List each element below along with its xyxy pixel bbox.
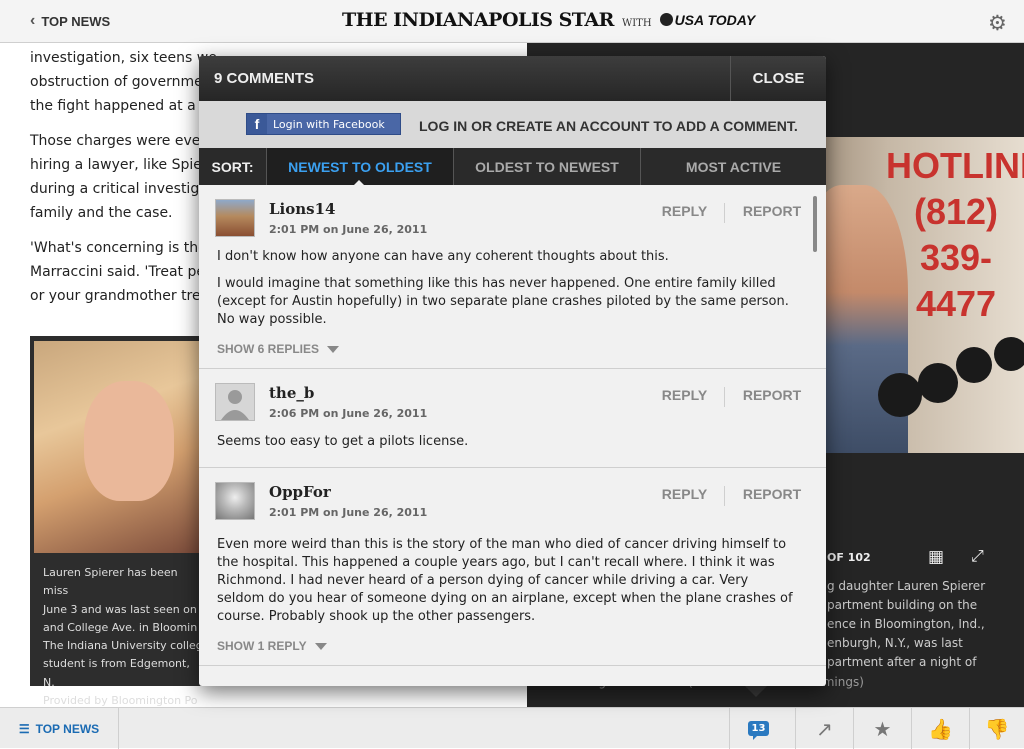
caption-line: g daughter Lauren Spierer	[827, 579, 986, 593]
sort-label: SORT:	[199, 148, 267, 185]
facebook-login-button[interactable]: f Login with Facebook	[246, 113, 401, 135]
caption-line: student is from Edgemont, N.	[43, 657, 190, 689]
masthead-logo: THE INDIANAPOLIS STAR WITH USA TODAY	[342, 9, 755, 31]
grid-icon[interactable]: ▦	[928, 547, 944, 567]
masthead-title: THE INDIANAPOLIS STAR	[342, 9, 614, 31]
comment-author[interactable]: the_b	[269, 384, 314, 402]
avatar	[215, 383, 255, 421]
sort-tab-most-active[interactable]: MOST ACTIVE	[641, 148, 826, 185]
show-replies-label: SHOW 6 REPLIES	[217, 342, 320, 356]
bottom-toolbar: ☰ TOP NEWS 13 ↗ ★ 👍 👎	[0, 707, 1024, 749]
show-replies-button[interactable]: SHOW 6 REPLIES	[217, 342, 340, 356]
comment-item: OppFor 2:01 PM on June 26, 2011 REPLY RE…	[199, 468, 826, 666]
avatar	[215, 482, 255, 520]
back-button[interactable]: ‹ TOP NEWS	[30, 12, 110, 30]
close-button[interactable]: CLOSE	[730, 56, 826, 101]
caption-line: partment building on the	[827, 598, 978, 612]
microphone	[918, 363, 958, 403]
expand-icon[interactable]: ⤢	[971, 546, 984, 566]
photo-caption: Lauren Spierer has been miss June 3 and …	[43, 564, 203, 707]
microphone	[956, 347, 992, 383]
report-button[interactable]: REPORT	[736, 203, 808, 219]
comments-button[interactable]: 13	[729, 708, 787, 749]
top-bar: ‹ TOP NEWS THE INDIANAPOLIS STAR WITH US…	[0, 0, 1024, 43]
report-button[interactable]: REPORT	[736, 486, 808, 502]
comment-timestamp: 2:01 PM on June 26, 2011	[269, 223, 428, 236]
comment-text: I don't know how anyone can have any coh…	[217, 249, 669, 264]
gallery-caption: g daughter Lauren Spierer partment build…	[827, 577, 1017, 672]
modal-header: 9 COMMENTS CLOSE	[199, 56, 826, 101]
comment-text: Even more weird than this is the story o…	[217, 537, 793, 624]
comment-count-badge: 13	[747, 721, 770, 740]
comment-text: I would imagine that something like this…	[217, 276, 789, 327]
comments-count: 9 COMMENTS	[214, 70, 315, 87]
comment-scrollbar[interactable]	[813, 196, 817, 252]
caption-line: and College Ave. in Bloomin	[43, 620, 198, 634]
reply-button[interactable]: REPLY	[645, 203, 725, 223]
gallery-count: OF 102	[827, 551, 871, 564]
comment-item: the_b 2:06 PM on June 26, 2011 REPLY REP…	[199, 369, 826, 468]
reply-button[interactable]: REPLY	[645, 387, 725, 407]
comment-timestamp: 2:01 PM on June 26, 2011	[269, 506, 428, 519]
comment-author[interactable]: Lions14	[269, 200, 335, 218]
article-photo[interactable]: Lauren Spierer has been miss June 3 and …	[30, 336, 208, 707]
comment-timestamp: 2:06 PM on June 26, 2011	[269, 407, 428, 420]
hotline-text: (812)	[913, 191, 999, 232]
login-row: f Login with Facebook LOG IN OR CREATE A…	[199, 101, 826, 148]
thumbs-up-icon[interactable]: 👍	[911, 708, 969, 749]
avatar	[215, 199, 255, 237]
comment-author[interactable]: OppFor	[269, 483, 331, 501]
chevron-down-icon	[327, 345, 340, 353]
thumbs-down-icon[interactable]: 👎	[969, 708, 1024, 749]
caption-line: partment after a night of	[827, 655, 977, 669]
modal-pointer	[745, 686, 767, 697]
caption-line: Provided by Bloomington Po	[43, 694, 198, 707]
partner-name: USA TODAY	[674, 11, 756, 28]
comment-text: Seems too easy to get a pilots license.	[217, 434, 469, 449]
top-news-button[interactable]: ☰ TOP NEWS	[0, 708, 119, 749]
top-news-label: TOP NEWS	[35, 721, 100, 736]
default-avatar-icon	[221, 390, 249, 420]
chevron-down-icon	[314, 642, 327, 650]
microphone	[878, 373, 922, 417]
back-label: TOP NEWS	[41, 13, 111, 29]
facebook-login-label: Login with Facebook	[273, 117, 385, 131]
share-icon[interactable]: ↗	[795, 708, 853, 749]
star-icon[interactable]: ★	[853, 708, 911, 749]
show-replies-label: SHOW 1 REPLY	[217, 639, 307, 653]
facebook-icon: f	[247, 114, 267, 134]
chevron-left-icon: ‹	[30, 12, 36, 29]
caption-line: ence in Bloomington, Ind.,	[827, 617, 985, 631]
sort-bar: SORT: NEWEST TO OLDEST OLDEST TO NEWEST …	[199, 148, 826, 185]
caption-line: Lauren Spierer has been miss	[43, 566, 178, 598]
login-prompt: LOG IN OR CREATE AN ACCOUNT TO ADD A COM…	[419, 118, 798, 134]
gear-icon[interactable]: ⚙	[988, 11, 1007, 35]
comments-modal: 9 COMMENTS CLOSE f Login with Facebook L…	[199, 56, 826, 686]
microphone	[994, 337, 1024, 371]
photo-image	[34, 341, 204, 553]
comment-list[interactable]: Lions14 2:01 PM on June 26, 2011 REPLY R…	[199, 185, 826, 686]
caption-line: enburgh, N.Y., was last	[827, 636, 963, 650]
caption-line: The Indiana University colleg	[43, 639, 203, 653]
hotline-text: HOTLINE	[886, 145, 1024, 186]
photo-face	[84, 381, 174, 501]
caption-line: June 3 and was last seen on	[43, 602, 197, 616]
list-icon: ☰	[18, 721, 30, 736]
gallery-photo[interactable]: HOTLINE (812) 339-4477	[798, 137, 1024, 453]
report-button[interactable]: REPORT	[736, 387, 808, 403]
usa-today-dot-icon	[659, 13, 673, 26]
comment-item: Lions14 2:01 PM on June 26, 2011 REPLY R…	[199, 185, 826, 369]
reply-button[interactable]: REPLY	[645, 486, 725, 506]
partner-logo: USA TODAY	[659, 11, 756, 28]
sort-tab-oldest[interactable]: OLDEST TO NEWEST	[454, 148, 641, 185]
show-replies-button[interactable]: SHOW 1 REPLY	[217, 639, 327, 653]
masthead-with: WITH	[621, 18, 652, 29]
